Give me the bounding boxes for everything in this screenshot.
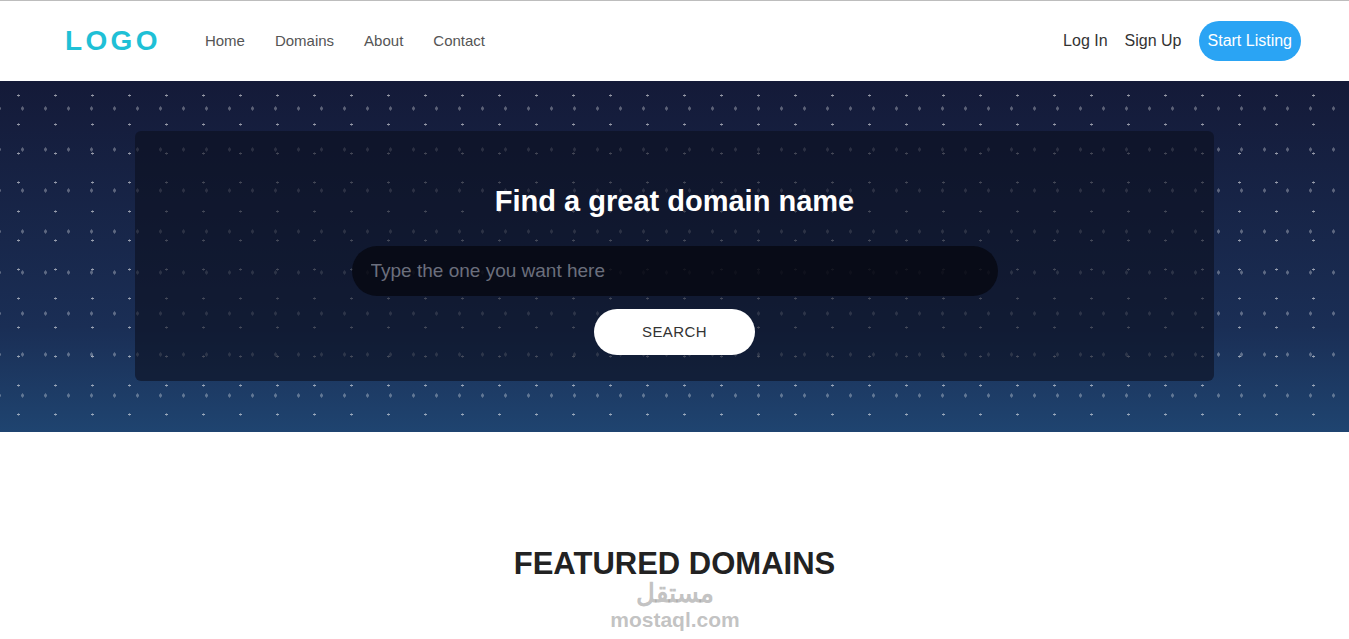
nav-link[interactable]: About xyxy=(364,30,403,53)
nav-link[interactable]: Domains xyxy=(275,30,334,53)
domain-search-input[interactable] xyxy=(352,246,998,296)
search-panel: Find a great domain name SEARCH xyxy=(135,131,1214,381)
nav-link[interactable]: Contact xyxy=(433,30,485,53)
auth-link[interactable]: Sign Up xyxy=(1125,29,1182,53)
auth-links: Log In Sign Up Start Listing xyxy=(1063,21,1301,61)
nav-link[interactable]: Home xyxy=(205,30,245,53)
watermark-arabic: مستقل xyxy=(636,580,714,606)
featured-section: FEATURED DOMAINS xyxy=(0,432,1349,579)
auth-link[interactable]: Log In xyxy=(1063,29,1107,53)
hero-title: Find a great domain name xyxy=(495,183,854,219)
nav-links: Home Domains About Contact xyxy=(205,30,485,53)
watermark-latin: mostaql.com xyxy=(610,609,740,630)
featured-title: FEATURED DOMAINS xyxy=(514,548,835,579)
start-listing-button[interactable]: Start Listing xyxy=(1199,21,1301,61)
search-button[interactable]: SEARCH xyxy=(594,309,755,355)
watermark: مستقل mostaql.com xyxy=(594,580,756,630)
top-nav: LOGO Home Domains About Contact Log In Sign Up… xyxy=(0,0,1349,81)
hero: Find a great domain name SEARCH xyxy=(0,81,1349,432)
logo[interactable]: LOGO xyxy=(65,20,161,62)
